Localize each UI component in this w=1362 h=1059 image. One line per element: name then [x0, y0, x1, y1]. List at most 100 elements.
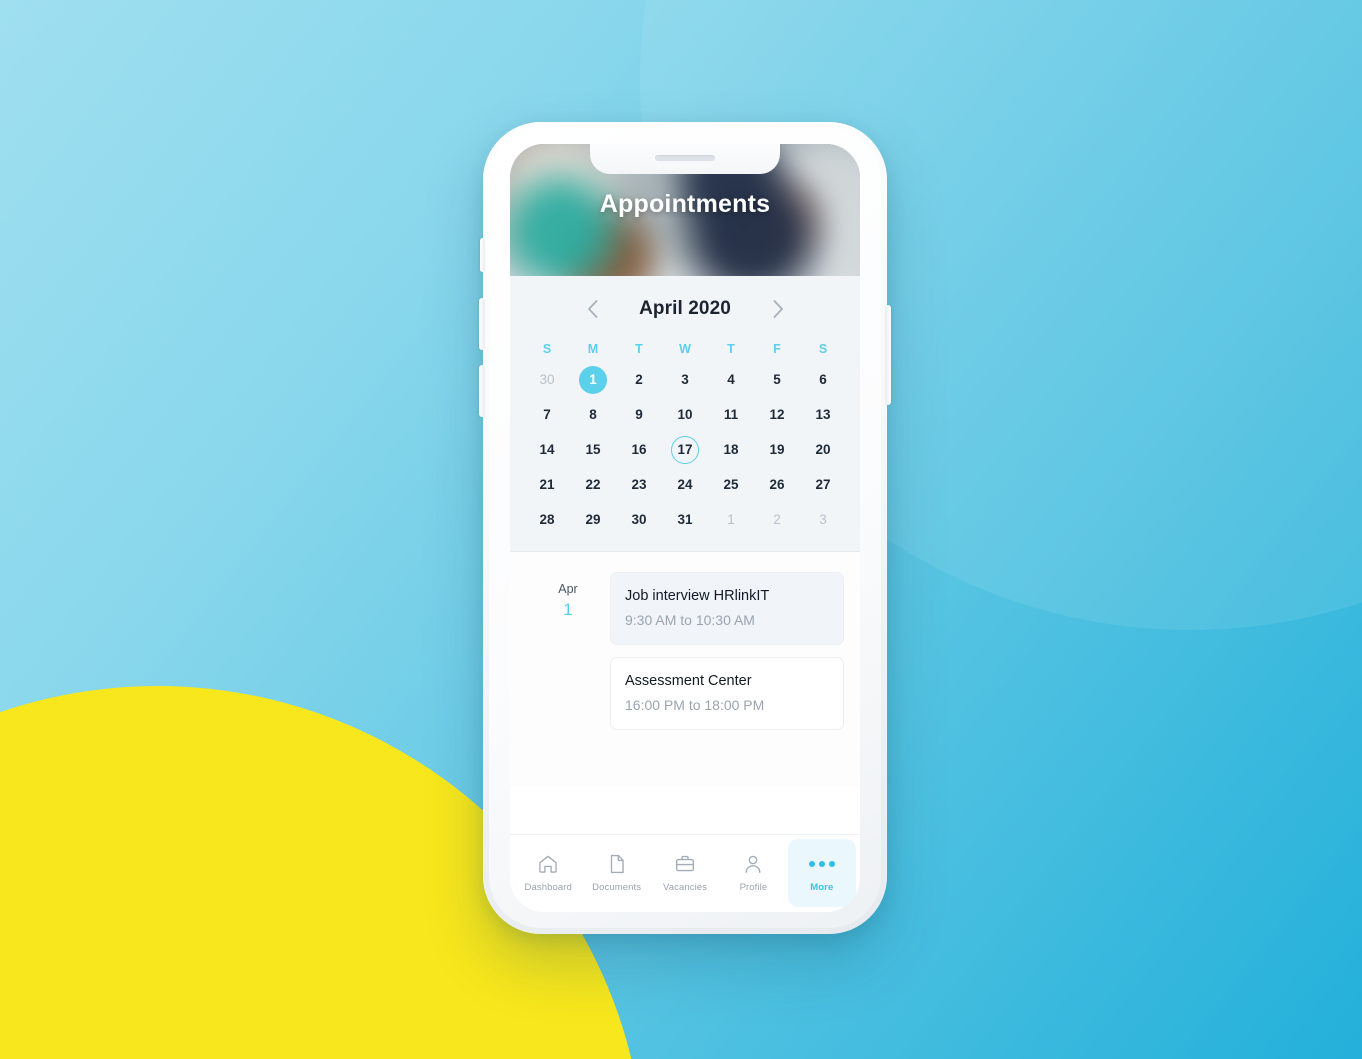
calendar-day-cell: 27	[800, 470, 846, 500]
calendar-day-cell: 23	[616, 470, 662, 500]
calendar-day-cell: 9	[616, 400, 662, 430]
calendar-day-cell: 21	[524, 470, 570, 500]
calendar-day-cell: 19	[754, 435, 800, 465]
calendar-day-24[interactable]: 24	[671, 471, 699, 499]
calendar-day-cell: 28	[524, 505, 570, 535]
calendar-day-15[interactable]: 15	[579, 436, 607, 464]
calendar-day-14[interactable]: 14	[533, 436, 561, 464]
agenda-group: Apr 1 Job interview HRlinkIT 9:30 AM to 10:…	[526, 572, 844, 742]
calendar-day-23[interactable]: 23	[625, 471, 653, 499]
calendar-day-30[interactable]: 30	[533, 366, 561, 394]
calendar-day-26[interactable]: 26	[763, 471, 791, 499]
calendar-day-cell: 13	[800, 400, 846, 430]
calendar-weekday-2: T	[635, 342, 643, 356]
phone-screen: Appointments April 2020 S M T W T F S 30…	[510, 144, 860, 912]
appointment-title: Assessment Center	[625, 673, 752, 689]
calendar-day-cell: 12	[754, 400, 800, 430]
calendar-day-cell: 20	[800, 435, 846, 465]
calendar-weekday-5: F	[773, 342, 781, 356]
calendar-day-cell: 5	[754, 365, 800, 395]
calendar-month-navigation: April 2020	[510, 294, 860, 342]
ellipsis-icon	[808, 853, 835, 875]
calendar-month-label: April 2020	[639, 298, 731, 319]
calendar-day-7[interactable]: 7	[533, 401, 561, 429]
tab-dashboard[interactable]: Dashboard	[514, 839, 582, 907]
calendar-day-cell: 18	[708, 435, 754, 465]
calendar-day-4[interactable]: 4	[717, 366, 745, 394]
calendar-day-11[interactable]: 11	[717, 401, 745, 429]
calendar-day-cell: 26	[754, 470, 800, 500]
calendar-day-cell: 30	[616, 505, 662, 535]
agenda-day-number: 1	[563, 600, 573, 619]
calendar-day-cell: 1	[708, 505, 754, 535]
calendar-day-2[interactable]: 2	[763, 506, 791, 534]
calendar-day-5[interactable]: 5	[763, 366, 791, 394]
phone-volume-up-button[interactable]	[479, 298, 485, 350]
calendar-day-18[interactable]: 18	[717, 436, 745, 464]
appointment-card[interactable]: Job interview HRlinkIT 9:30 AM to 10:30 A…	[610, 572, 844, 645]
calendar-day-cell: 7	[524, 400, 570, 430]
calendar-day-grid: 30 1 2 3 4 5 6 7 8 9 10 11 12 13 14 15 16 17 18 19 20 21 22 23 2…	[510, 365, 860, 535]
calendar-day-27[interactable]: 27	[809, 471, 837, 499]
page-title: Appointments	[599, 190, 771, 218]
calendar-day-cell: 30	[524, 365, 570, 395]
calendar-day-cell: 14	[524, 435, 570, 465]
person-icon	[742, 853, 764, 875]
appointment-card[interactable]: Assessment Center 16:00 PM to 18:00 PM	[610, 657, 844, 730]
tab-documents[interactable]: Documents	[582, 839, 650, 907]
calendar-day-10[interactable]: 10	[671, 401, 699, 429]
tab-label: Vacancies	[663, 882, 708, 893]
calendar-weekday-0: S	[542, 342, 552, 356]
phone-volume-down-button[interactable]	[479, 365, 485, 417]
calendar-day-22[interactable]: 22	[579, 471, 607, 499]
tab-label: More	[810, 882, 834, 893]
calendar-day-3[interactable]: 3	[671, 366, 699, 394]
calendar-day-13[interactable]: 13	[809, 401, 837, 429]
calendar-day-19[interactable]: 19	[763, 436, 791, 464]
calendar-day-cell: 16	[616, 435, 662, 465]
calendar-day-3[interactable]: 3	[809, 506, 837, 534]
calendar-day-1[interactable]: 1	[717, 506, 745, 534]
calendar-day-9[interactable]: 9	[625, 401, 653, 429]
calendar-day-cell: 4	[708, 365, 754, 395]
phone-power-button[interactable]	[885, 305, 891, 405]
tab-vacancies[interactable]: Vacancies	[651, 839, 719, 907]
chevron-right-icon[interactable]	[767, 298, 789, 320]
calendar-weekday-4: T	[727, 342, 735, 356]
agenda-items: Job interview HRlinkIT 9:30 AM to 10:30 A…	[610, 572, 844, 742]
calendar-day-cell: 24	[662, 470, 708, 500]
calendar-day-21[interactable]: 21	[533, 471, 561, 499]
calendar-day-8[interactable]: 8	[579, 401, 607, 429]
tab-profile[interactable]: Profile	[719, 839, 787, 907]
calendar-day-6[interactable]: 6	[809, 366, 837, 394]
briefcase-icon	[674, 853, 696, 875]
calendar-day-28[interactable]: 28	[533, 506, 561, 534]
tab-more[interactable]: More	[787, 839, 857, 907]
calendar-day-cell: 17	[662, 435, 708, 465]
calendar-day-1-selected[interactable]: 1	[579, 366, 607, 394]
agenda-list: Apr 1 Job interview HRlinkIT 9:30 AM to 10:…	[510, 552, 860, 787]
chevron-left-icon[interactable]	[581, 298, 603, 320]
calendar-day-25[interactable]: 25	[717, 471, 745, 499]
calendar-day-cell: 8	[570, 400, 616, 430]
home-icon	[537, 853, 559, 875]
calendar-day-20[interactable]: 20	[809, 436, 837, 464]
calendar-day-16[interactable]: 16	[625, 436, 653, 464]
calendar-day-31[interactable]: 31	[671, 506, 699, 534]
calendar-day-cell: 25	[708, 470, 754, 500]
calendar-day-17-today[interactable]: 17	[671, 436, 699, 464]
calendar-day-29[interactable]: 29	[579, 506, 607, 534]
calendar-weekday-6: S	[818, 342, 828, 356]
earpiece-speaker-icon	[655, 155, 715, 161]
calendar-weekday-3: W	[679, 342, 691, 356]
phone-silent-switch[interactable]	[480, 238, 485, 272]
calendar-day-12[interactable]: 12	[763, 401, 791, 429]
calendar-day-30[interactable]: 30	[625, 506, 653, 534]
calendar-day-cell: 11	[708, 400, 754, 430]
calendar-weekday-1: M	[587, 342, 599, 356]
calendar-day-cell: 6	[800, 365, 846, 395]
phone-mockup: Appointments April 2020 S M T W T F S 30…	[479, 122, 891, 934]
appointment-time: 9:30 AM to 10:30 AM	[625, 612, 755, 628]
calendar-day-2[interactable]: 2	[625, 366, 653, 394]
agenda-month-text: Apr	[558, 582, 578, 596]
